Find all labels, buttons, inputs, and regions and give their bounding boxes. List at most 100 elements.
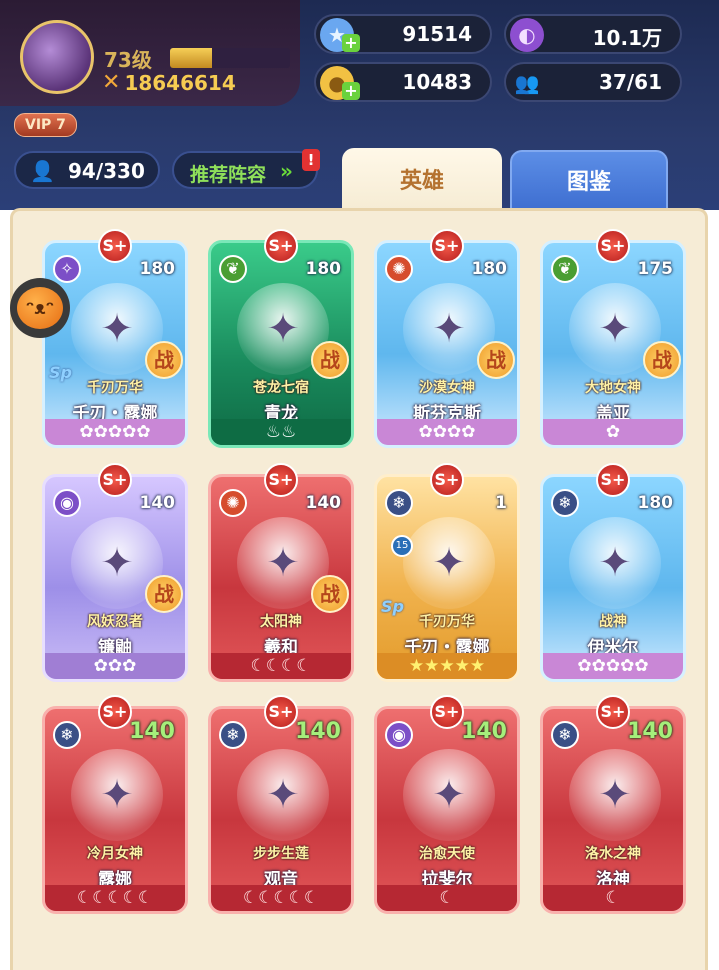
- floating-pet-button[interactable]: ᵔᴥᵔ: [10, 278, 70, 338]
- hero-level: 140: [139, 493, 176, 513]
- nature-element-icon: ❦: [219, 255, 247, 283]
- awaken-badge: 15: [391, 535, 413, 557]
- star-rank-bar: ✿✿✿✿✿: [45, 419, 185, 445]
- player-info-panel[interactable]: 73级 ✕ 18646614: [0, 0, 300, 106]
- hero-title: 千刃万华: [87, 380, 143, 396]
- hero-card[interactable]: S+ ✧ 180 ✦ Sp 战千刃万华 千刃・露娜 ✿✿✿✿✿: [42, 229, 188, 448]
- star-gem-value: 91514: [402, 22, 472, 46]
- hero-level: 140: [461, 719, 507, 744]
- hero-card[interactable]: S+ ◉ 140 ✦ 战风妖忍者 镰鼬 ✿✿✿: [42, 463, 188, 682]
- rarity-emblem-icon: S+: [430, 229, 464, 263]
- in-battle-badge: 战: [477, 341, 515, 379]
- hero-card[interactable]: S+ ❄ 140 ✦ 洛水之神 洛神 ☾: [540, 695, 686, 914]
- hero-title: 苍龙七宿: [253, 380, 309, 396]
- star-rank-bar: ☾☾☾☾☾: [211, 885, 351, 911]
- star-rank-icons: ✿✿✿✿✿: [577, 656, 649, 676]
- hero-card[interactable]: S+ ✺ 180 ✦ 战沙漠女神 斯芬克斯 ✿✿✿✿: [374, 229, 520, 448]
- hero-card[interactable]: S+ ❄ 140 ✦ 冷月女神 露娜 ☾☾☾☾☾: [42, 695, 188, 914]
- hero-card[interactable]: S+ ❄ 180 ✦ 战神 伊米尔 ✿✿✿✿✿: [540, 463, 686, 682]
- star-gem-resource[interactable]: ★ + 91514: [314, 14, 492, 54]
- tab-codex[interactable]: 图鉴: [510, 150, 668, 210]
- friends-value: 37/61: [599, 70, 662, 94]
- friends-icon: 👥: [514, 71, 540, 95]
- player-level: 73级: [104, 48, 152, 72]
- purple-currency-resource[interactable]: ◐ 10.1万: [504, 14, 682, 54]
- star-rank-icons: ✿✿✿✿✿: [79, 422, 151, 442]
- add-gold-button[interactable]: +: [342, 82, 360, 100]
- rarity-emblem-icon: S+: [264, 463, 298, 497]
- gold-coin-resource[interactable]: ● + 10483: [314, 62, 492, 102]
- rarity-emblem-icon: S+: [430, 695, 464, 729]
- rarity-emblem-icon: S+: [264, 229, 298, 263]
- gold-coin-value: 10483: [402, 70, 472, 94]
- hero-card[interactable]: S+ ◉ 140 ✦ 治愈天使 拉斐尔 ☾: [374, 695, 520, 914]
- hero-title: 大地女神: [585, 380, 641, 396]
- void-element-icon: ✧: [53, 255, 81, 283]
- in-battle-badge: 战: [145, 575, 183, 613]
- rarity-emblem-icon: S+: [596, 229, 630, 263]
- rarity-emblem-icon: S+: [596, 463, 630, 497]
- friends-resource[interactable]: 👥 37/61: [504, 62, 682, 102]
- recommend-lineup-label: 推荐阵容: [190, 164, 267, 186]
- ice-element-icon: ❄: [385, 489, 413, 517]
- top-resource-bar: 73级 ✕ 18646614 VIP 7 ★ + 91514 ◐ 10.1万 ●…: [0, 0, 719, 140]
- tab-heroes[interactable]: 英雄: [342, 148, 502, 210]
- ice-element-icon: ❄: [219, 721, 247, 749]
- ice-element-icon: ❄: [551, 489, 579, 517]
- hero-card[interactable]: S+ ❄ 1 ✦ 15 Sp 千刃万华 千刃・露娜 ★★★★★: [374, 463, 520, 682]
- add-star-gem-button[interactable]: +: [342, 34, 360, 52]
- rarity-emblem-icon: S+: [98, 229, 132, 263]
- combat-power-value: 18646614: [124, 70, 236, 95]
- rarity-emblem-icon: S+: [98, 463, 132, 497]
- hero-title: 沙漠女神: [419, 380, 475, 396]
- star-rank-icons: ♨♨: [265, 422, 297, 442]
- star-rank-bar: ★★★★★: [377, 653, 517, 679]
- hero-title: 治愈天使: [419, 846, 475, 862]
- ice-element-icon: ❄: [551, 721, 579, 749]
- rarity-emblem-icon: S+: [264, 695, 298, 729]
- recommend-lineup-button[interactable]: 推荐阵容 » !: [172, 149, 320, 189]
- void-element-icon: ◉: [385, 721, 413, 749]
- exp-bar-fill: [170, 48, 212, 68]
- hero-card[interactable]: S+ ❦ 175 ✦ 战大地女神 盖亚 ✿: [540, 229, 686, 448]
- star-rank-icons: ★★★★★: [408, 656, 486, 676]
- in-battle-badge: 战: [145, 341, 183, 379]
- hero-card[interactable]: S+ ❦ 180 ✦ 战苍龙七宿 青龙 ♨♨: [208, 229, 354, 448]
- hero-title: 太阳神: [260, 614, 302, 630]
- hero-level: 180: [471, 259, 508, 279]
- hero-portrait: ✦: [569, 749, 661, 841]
- hero-portrait: ✦: [569, 517, 661, 609]
- hero-card[interactable]: S+ ✺ 140 ✦ 战太阳神 羲和 ☾☾☾☾: [208, 463, 354, 682]
- in-battle-badge: 战: [311, 341, 349, 379]
- combat-power: ✕ 18646614: [102, 70, 236, 95]
- star-rank-icons: ✿✿✿✿: [418, 422, 476, 442]
- star-rank-bar: ✿✿✿✿✿: [543, 653, 683, 679]
- hero-level: 140: [305, 493, 342, 513]
- star-rank-icons: ☾: [439, 888, 455, 908]
- star-rank-bar: ✿: [543, 419, 683, 445]
- star-rank-bar: ☾☾☾☾☾: [45, 885, 185, 911]
- purple-coin-icon: ◐: [510, 18, 544, 52]
- hero-level: 140: [129, 719, 175, 744]
- hero-title: 步步生莲: [253, 846, 309, 862]
- hero-title: 冷月女神: [87, 846, 143, 862]
- player-avatar[interactable]: [20, 20, 94, 94]
- hero-card[interactable]: S+ ❄ 140 ✦ 步步生莲 观音 ☾☾☾☾☾: [208, 695, 354, 914]
- ice-element-icon: ❄: [53, 721, 81, 749]
- vip-badge[interactable]: VIP 7: [14, 113, 77, 137]
- hero-title: 战神: [599, 614, 627, 630]
- hero-count-value: 94/330: [68, 159, 145, 183]
- hero-portrait: ✦: [403, 749, 495, 841]
- hero-title: 洛水之神: [585, 846, 641, 862]
- star-rank-bar: ♨♨: [211, 419, 351, 445]
- star-rank-bar: ☾☾☾☾: [211, 653, 351, 679]
- alert-badge: !: [302, 149, 320, 171]
- star-rank-icons: ☾: [605, 888, 621, 908]
- star-rank-bar: ✿✿✿: [45, 653, 185, 679]
- hero-title: 千刃万华: [419, 614, 475, 630]
- in-battle-badge: 战: [311, 575, 349, 613]
- star-rank-icons: ☾☾☾☾☾: [242, 888, 320, 908]
- hero-level: 180: [139, 259, 176, 279]
- purple-currency-value: 10.1万: [592, 26, 662, 50]
- hero-level: 140: [627, 719, 673, 744]
